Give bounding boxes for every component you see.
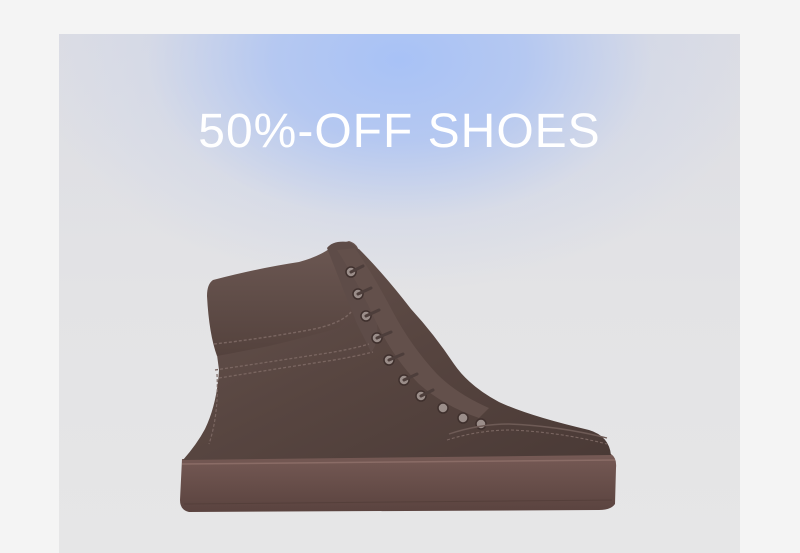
- high-top-sneaker-image: [180, 241, 617, 512]
- promo-banner[interactable]: 50%-OFF SHOES: [59, 34, 740, 553]
